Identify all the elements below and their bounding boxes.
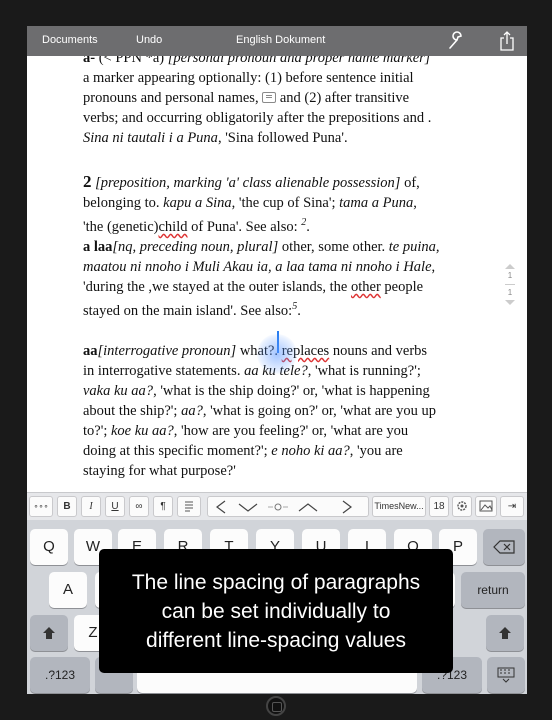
entry-2: 2 [preposition, marking 'a' class aliena… [83,172,420,235]
top-toolbar: Documents Undo English Dokument [27,26,527,56]
share-icon[interactable] [500,31,514,51]
return-key[interactable]: return [461,572,525,608]
pilcrow-button[interactable]: ¶ [153,496,173,517]
line-spacing-slider[interactable] [207,496,369,517]
hide-keyboard-icon[interactable] [487,657,525,693]
numbers-key-left[interactable]: .?123 [30,657,90,693]
headword: a- [83,56,96,66]
document-title: English Dokument [236,34,326,46]
font-size-selector[interactable]: 18 [429,496,449,517]
underline-button[interactable]: U [105,496,125,517]
headword: 2 [83,172,92,191]
entry-a-laa: a laa[nq, preceding noun, plural] other,… [83,239,440,319]
caption-overlay: The line spacing of paragraphs can be se… [99,549,453,673]
documents-button[interactable]: Documents [42,34,98,46]
key-q[interactable]: Q [30,529,68,565]
strikethrough-button[interactable]: ∞ [129,496,149,517]
undo-button[interactable]: Undo [136,34,162,46]
formatting-bar: ∘∘∘ B I U ∞ ¶ TimesNew... 18 ⇥ [27,492,527,520]
ipad-frame: Documents Undo English Dokument a- (< PP… [0,0,552,720]
key-a[interactable]: A [49,572,87,608]
shift-key-left[interactable] [30,615,68,651]
bold-button[interactable]: B [57,496,77,517]
touch-indicator [257,334,297,374]
headword: a laa [83,239,113,255]
paragraph-style-icon[interactable] [177,496,201,517]
image-icon[interactable] [475,496,497,517]
spellcheck-word[interactable]: child [158,219,187,235]
home-button[interactable] [266,696,286,716]
shift-key-right[interactable] [486,615,524,651]
tab-key-button[interactable]: ⇥ [500,496,524,517]
document-page[interactable]: a- (< PPN *a) [personal pronoun and prop… [83,56,503,481]
settings-gear-icon[interactable] [452,496,472,517]
comment-icon[interactable] [262,92,277,103]
wrench-icon[interactable] [447,31,465,51]
spellcheck-word[interactable]: other [351,279,381,295]
font-name-selector[interactable]: TimesNew... [372,496,426,517]
delete-key[interactable] [483,529,525,565]
page-down-icon[interactable] [505,300,515,305]
italic-button[interactable]: I [81,496,101,517]
more-button[interactable]: ∘∘∘ [29,496,53,517]
entry-a: a- (< PPN *a) [personal pronoun and prop… [83,56,503,148]
page-scroll-indicator[interactable]: 1 1 [502,264,518,320]
document-area[interactable]: a- (< PPN *a) [personal pronoun and prop… [27,56,527,490]
headword: aa [83,343,98,359]
